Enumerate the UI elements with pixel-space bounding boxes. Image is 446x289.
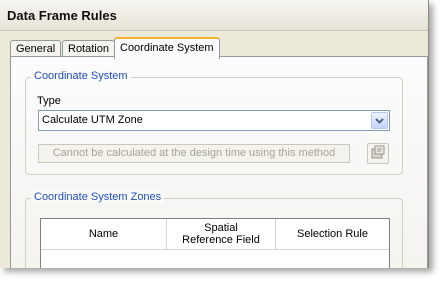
coordinate-system-group: Coordinate System Type Calculate UTM Zon… <box>25 70 403 175</box>
column-header-spatial-reference-field[interactable]: Spatial Reference Field <box>167 219 276 250</box>
type-label: Type <box>37 95 61 107</box>
properties-icon <box>371 145 385 162</box>
chevron-down-icon[interactable] <box>371 112 388 129</box>
column-header-selection-rule[interactable]: Selection Rule <box>276 219 389 250</box>
calculate-button-disabled[interactable]: Cannot be calculated at the design time … <box>38 144 350 163</box>
coordinate-system-zones-group: Coordinate System Zones Name Spatial Ref… <box>25 191 403 268</box>
window-title: Data Frame Rules <box>7 8 117 23</box>
column-header-name[interactable]: Name <box>41 219 167 250</box>
type-dropdown[interactable]: Calculate UTM Zone <box>38 110 390 131</box>
zones-table[interactable]: Name Spatial Reference Field Selection R… <box>40 218 390 268</box>
tab-panel: Coordinate System Type Calculate UTM Zon… <box>10 56 428 268</box>
properties-button[interactable] <box>367 143 389 164</box>
tab-coordinate-system[interactable]: Coordinate System <box>114 37 220 59</box>
type-dropdown-value: Calculate UTM Zone <box>42 114 143 126</box>
dialog-window: Data Frame Rules General Rotation Coordi… <box>0 0 429 268</box>
title-bar: Data Frame Rules <box>0 0 428 31</box>
coordinate-system-group-label: Coordinate System <box>31 70 131 82</box>
zones-group-label: Coordinate System Zones <box>31 191 165 203</box>
tab-rotation[interactable]: Rotation <box>62 40 115 57</box>
tab-general[interactable]: General <box>10 40 62 57</box>
